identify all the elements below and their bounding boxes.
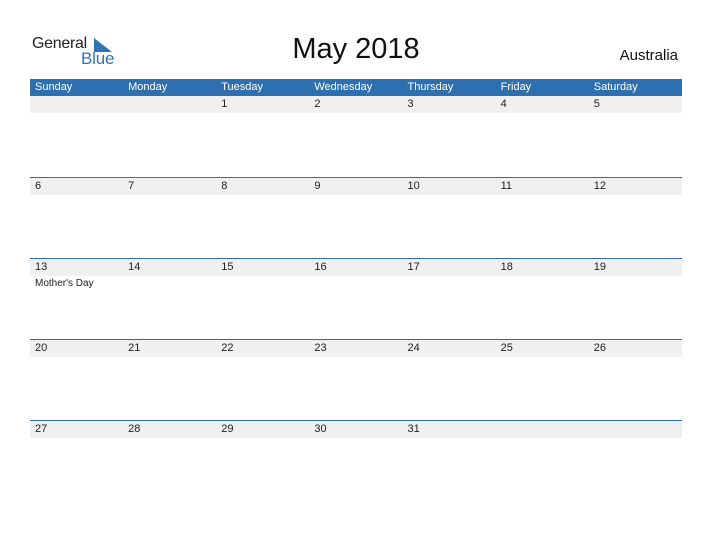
day-number: 9 <box>314 180 321 192</box>
day-event <box>123 438 216 439</box>
day-number: 3 <box>407 98 414 110</box>
weeks-container: 1 2 3 4 5 6 7 8 9 10 11 12 13 14 15 16 17 18 19 Mother's Da… <box>30 96 682 501</box>
week-row: 13 14 15 16 17 18 19 Mother's Day <box>30 258 682 339</box>
day-number: 15 <box>221 261 234 273</box>
weekday-saturday: Saturday <box>593 81 638 93</box>
day-event <box>123 276 216 290</box>
day-number: 18 <box>500 261 513 273</box>
day-number: 22 <box>221 342 234 354</box>
day-event <box>30 357 123 358</box>
day-number-band: 6 7 8 9 10 11 12 <box>30 178 682 195</box>
day-number-band: 27 28 29 30 31 <box>30 421 682 438</box>
day-event <box>216 276 309 290</box>
country-label: Australia <box>619 47 678 64</box>
day-event <box>309 438 402 439</box>
day-event <box>216 357 309 358</box>
day-event <box>403 357 496 358</box>
weekday-wednesday: Wednesday <box>314 81 373 93</box>
day-number-band: 1 2 3 4 5 <box>30 96 682 113</box>
day-number: 25 <box>500 342 513 354</box>
calendar-title: May 2018 <box>292 33 420 65</box>
day-number: 1 <box>221 98 228 110</box>
day-number: 8 <box>221 180 228 192</box>
day-number: 24 <box>407 342 420 354</box>
day-event: Mother's Day <box>35 278 94 289</box>
events-row <box>30 438 682 439</box>
day-event <box>123 113 216 114</box>
day-number-band: 13 14 15 16 17 18 19 <box>30 259 682 276</box>
day-event <box>403 276 496 290</box>
day-event <box>309 195 402 196</box>
day-number: 31 <box>407 423 420 435</box>
day-number: 17 <box>407 261 420 273</box>
day-event <box>496 438 589 439</box>
week-row: 27 28 29 30 31 <box>30 420 682 501</box>
day-event <box>216 195 309 196</box>
events-row <box>30 113 682 114</box>
day-event <box>589 357 682 358</box>
day-event <box>403 113 496 114</box>
day-number: 23 <box>314 342 327 354</box>
day-event <box>496 113 589 114</box>
day-event <box>123 195 216 196</box>
day-event <box>589 276 682 290</box>
week-row: 1 2 3 4 5 <box>30 96 682 177</box>
day-number <box>123 96 216 113</box>
day-event <box>123 357 216 358</box>
weekday-thursday: Thursday <box>407 81 454 93</box>
calendar-grid: Sunday Monday Tuesday Wednesday Thursday… <box>30 79 682 501</box>
day-number <box>30 96 123 113</box>
day-number: 10 <box>407 180 420 192</box>
day-event <box>496 357 589 358</box>
day-event <box>403 438 496 439</box>
day-event <box>496 195 589 196</box>
weekday-header: Sunday Monday Tuesday Wednesday Thursday… <box>30 79 682 96</box>
day-event <box>30 195 123 196</box>
day-number: 21 <box>128 342 141 354</box>
week-row: 20 21 22 23 24 25 26 <box>30 339 682 420</box>
day-event <box>496 276 589 290</box>
weekday-tuesday: Tuesday <box>221 81 264 93</box>
weekday-sunday: Sunday <box>35 81 73 93</box>
day-number: 29 <box>221 423 234 435</box>
day-number: 7 <box>128 180 135 192</box>
day-number <box>589 421 682 438</box>
day-number: 28 <box>128 423 141 435</box>
day-number: 14 <box>128 261 141 273</box>
day-number <box>496 421 589 438</box>
day-number: 2 <box>314 98 321 110</box>
events-row: Mother's Day <box>30 276 682 290</box>
day-number: 6 <box>35 180 42 192</box>
week-row: 6 7 8 9 10 11 12 <box>30 177 682 258</box>
weekday-monday: Monday <box>128 81 168 93</box>
day-event <box>30 113 123 114</box>
day-number: 12 <box>593 180 606 192</box>
day-number: 27 <box>35 423 48 435</box>
day-event <box>589 438 682 439</box>
day-event <box>216 113 309 114</box>
day-number: 19 <box>593 261 606 273</box>
day-number: 4 <box>500 98 507 110</box>
day-number: 26 <box>593 342 606 354</box>
day-number-band: 20 21 22 23 24 25 26 <box>30 340 682 357</box>
day-event <box>309 113 402 114</box>
day-number: 11 <box>500 180 513 192</box>
day-event <box>309 357 402 358</box>
day-event <box>403 195 496 196</box>
day-event <box>589 195 682 196</box>
events-row <box>30 195 682 196</box>
day-event <box>589 113 682 114</box>
weekday-friday: Friday <box>500 81 532 93</box>
day-number: 30 <box>314 423 327 435</box>
day-event <box>216 438 309 439</box>
events-row <box>30 357 682 358</box>
day-number: 13 <box>35 261 48 273</box>
day-event <box>309 276 402 290</box>
day-number: 20 <box>35 342 48 354</box>
day-number: 5 <box>593 98 600 110</box>
day-event <box>30 438 123 439</box>
day-number: 16 <box>314 261 327 273</box>
